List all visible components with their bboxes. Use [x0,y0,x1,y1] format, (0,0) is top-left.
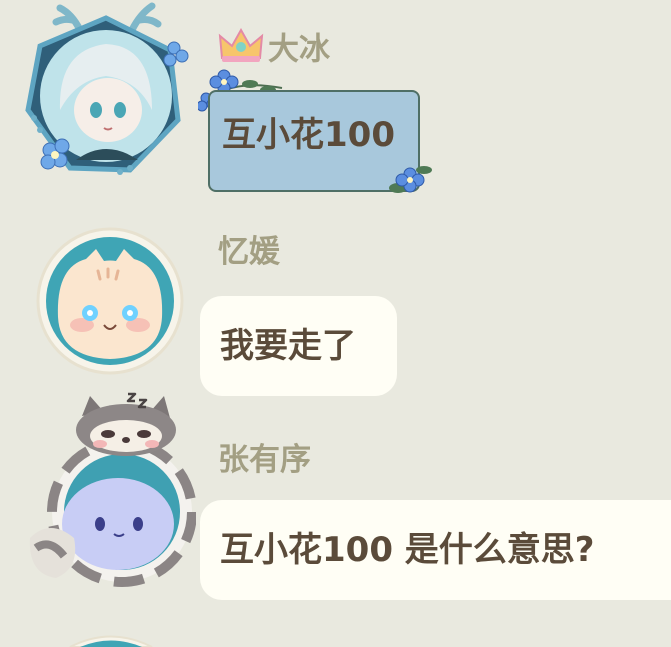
avatar[interactable] [20,388,196,588]
chat-message: 张有序 互小花100 是什么意思? [0,388,671,608]
message-bubble[interactable]: 我要走了 [200,296,397,396]
chat-message: 忆媛 我要走了 [0,200,671,400]
avatar[interactable] [36,227,184,375]
avatar[interactable] [66,632,156,647]
flower-decoration-icon [388,160,434,204]
chat-message: 大冰 互小花100 [0,0,671,200]
chat-message-list[interactable]: 大冰 互小花100 忆媛 我要走了 张有序 互小花100 是什么意思? [0,0,671,647]
avatar[interactable] [20,0,192,185]
sender-name: 忆媛 [218,234,280,270]
sender-name: 张有序 [218,442,311,478]
message-bubble[interactable]: 互小花100 是什么意思? [200,500,671,600]
sleep-zzz-icon [126,390,152,416]
